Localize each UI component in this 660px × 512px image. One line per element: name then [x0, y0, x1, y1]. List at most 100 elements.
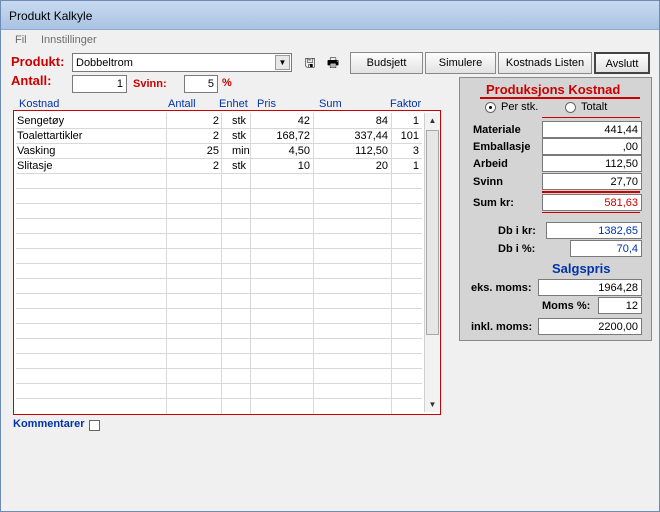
comments-label: Kommentarer — [13, 418, 85, 430]
antall-input[interactable]: 1 — [72, 75, 127, 93]
sum-value: 581,63 — [542, 194, 642, 211]
col-header-sum: Sum — [319, 98, 342, 110]
table-row-faktor[interactable]: 3 — [394, 145, 419, 158]
divider — [480, 97, 640, 99]
window-title: Produkt Kalkyle — [9, 9, 93, 23]
table-row-sum[interactable]: 112,50 — [316, 145, 388, 158]
table-row-sum[interactable]: 20 — [316, 160, 388, 173]
menu-innstillinger[interactable]: Innstillinger — [41, 34, 97, 46]
comments-checkbox[interactable] — [89, 420, 100, 431]
svinn-input[interactable]: 5 — [184, 75, 218, 93]
table-row-pris[interactable]: 42 — [253, 115, 310, 128]
inkl-moms-value: 2200,00 — [538, 318, 642, 335]
grid-row-divider — [16, 353, 422, 354]
avslutt-button[interactable]: Avslutt — [594, 52, 650, 74]
sum-label: Sum kr: — [473, 197, 514, 209]
grid-row-divider — [16, 248, 422, 249]
product-select-value: Dobbeltrom — [76, 57, 133, 69]
chevron-down-icon[interactable]: ▼ — [275, 55, 290, 70]
table-row-pris[interactable]: 168,72 — [253, 130, 310, 143]
grid-row-divider — [16, 158, 422, 159]
materiale-label: Materiale — [473, 124, 521, 136]
antall-label: Antall: — [11, 73, 52, 88]
table-scrollbar[interactable]: ▲ ▼ — [424, 113, 439, 412]
table-row-faktor[interactable]: 101 — [394, 130, 419, 143]
eks-moms-label: eks. moms: — [471, 282, 532, 294]
grid-row-divider — [16, 278, 422, 279]
scroll-up-icon[interactable]: ▲ — [425, 113, 440, 128]
db-kr-label: Db i kr: — [498, 225, 536, 237]
menu-fil[interactable]: Fil — [15, 34, 27, 46]
menu-bar: Fil Innstillinger — [1, 31, 659, 49]
arbeid-label: Arbeid — [473, 158, 508, 170]
scrollbar-thumb[interactable] — [426, 130, 439, 335]
svinn-unit: % — [222, 77, 232, 89]
product-select[interactable]: Dobbeltrom ▼ — [72, 53, 292, 72]
inkl-moms-label: inkl. moms: — [471, 321, 533, 333]
radio-totalt[interactable] — [565, 102, 576, 113]
budsjett-button[interactable]: Budsjett — [350, 52, 423, 74]
col-header-kostnad: Kostnad — [19, 98, 60, 110]
db-pct-label: Db i %: — [498, 243, 536, 255]
grid-row-divider — [16, 383, 422, 384]
production-cost-panel: Produksjons Kostnad Per stk. Totalt Mate… — [459, 77, 652, 341]
svinn-cost-label: Svinn — [473, 176, 503, 188]
divider — [542, 191, 640, 193]
grid-row-divider — [16, 338, 422, 339]
eks-moms-value: 1964,28 — [538, 279, 642, 296]
table-row-sum[interactable]: 337,44 — [316, 130, 388, 143]
col-header-faktor: Faktor — [390, 98, 422, 110]
table-row-kostnad[interactable]: Vasking — [17, 145, 55, 158]
grid-row-divider — [16, 368, 422, 369]
scroll-down-icon[interactable]: ▼ — [425, 397, 440, 412]
arbeid-value: 112,50 — [542, 155, 642, 172]
cost-table: Sengetøy 2 stk 42 84 1 Toalettartikler 2… — [13, 110, 441, 415]
grid-row-divider — [16, 293, 422, 294]
table-row-enhet[interactable]: stk — [232, 130, 246, 143]
panel-title: Produksjons Kostnad — [486, 82, 621, 97]
table-row-faktor[interactable]: 1 — [394, 160, 419, 173]
db-pct-value: 70,4 — [570, 240, 642, 257]
salgspris-title: Salgspris — [552, 261, 611, 276]
table-row-enhet[interactable]: min — [232, 145, 250, 158]
grid-row-divider — [16, 323, 422, 324]
kostnads-listen-button[interactable]: Kostnads Listen — [498, 52, 592, 74]
print-icon[interactable]: 🖶 — [324, 53, 342, 73]
product-label: Produkt: — [11, 54, 65, 69]
table-row-enhet[interactable]: stk — [232, 115, 246, 128]
db-kr-value: 1382,65 — [546, 222, 642, 239]
table-row-antall[interactable]: 2 — [169, 130, 219, 143]
col-header-pris: Pris — [257, 98, 276, 110]
table-row-kostnad[interactable]: Toalettartikler — [17, 130, 82, 143]
table-row-pris[interactable]: 10 — [253, 160, 310, 173]
emballasje-value: ,00 — [542, 138, 642, 155]
table-row-sum[interactable]: 84 — [316, 115, 388, 128]
grid-row-divider — [16, 233, 422, 234]
table-row-enhet[interactable]: stk — [232, 160, 246, 173]
grid-row-divider — [16, 203, 422, 204]
grid-row-divider — [16, 263, 422, 264]
grid-row-divider — [16, 188, 422, 189]
table-row-antall[interactable]: 25 — [169, 145, 219, 158]
moms-pct-input[interactable]: 12 — [598, 297, 642, 314]
svinn-label: Svinn: — [133, 78, 167, 90]
materiale-value: 441,44 — [542, 121, 642, 138]
moms-pct-label: Moms %: — [542, 300, 591, 312]
radio-per-stk-label: Per stk. — [501, 101, 539, 113]
table-row-faktor[interactable]: 1 — [394, 115, 419, 128]
table-row-kostnad[interactable]: Sengetøy — [17, 115, 64, 128]
simulere-button[interactable]: Simulere — [425, 52, 496, 74]
table-row-antall[interactable]: 2 — [169, 115, 219, 128]
grid-row-divider — [16, 128, 422, 129]
table-row-antall[interactable]: 2 — [169, 160, 219, 173]
divider — [542, 117, 640, 118]
radio-totalt-label: Totalt — [581, 101, 608, 113]
svinn-cost-value: 27,70 — [542, 173, 642, 190]
grid-row-divider — [16, 218, 422, 219]
app-window: Produkt Kalkyle Fil Innstillinger Produk… — [0, 0, 660, 512]
table-row-kostnad[interactable]: Slitasje — [17, 160, 52, 173]
radio-per-stk[interactable] — [485, 102, 496, 113]
table-row-pris[interactable]: 4,50 — [253, 145, 310, 158]
grid-row-divider — [16, 398, 422, 399]
save-icon[interactable]: 🖫 — [301, 53, 319, 73]
